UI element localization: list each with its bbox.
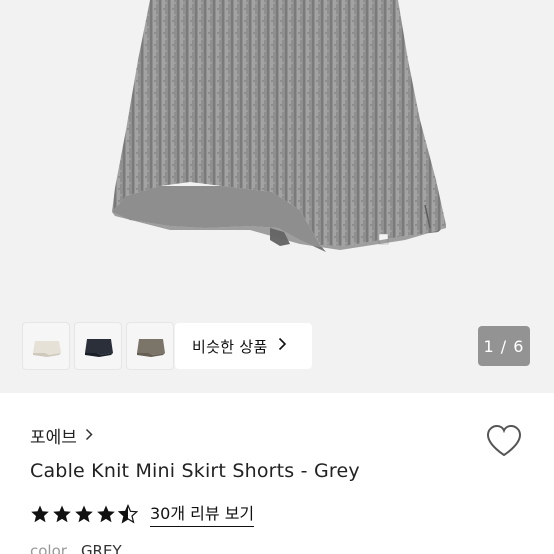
- thumbnail-navy[interactable]: [74, 322, 122, 370]
- star-rating: [30, 503, 138, 524]
- thumbnail-brown[interactable]: [126, 322, 174, 370]
- brand-name: 포에브: [30, 428, 77, 448]
- thumbnail-beige[interactable]: [22, 322, 70, 370]
- heart-outline-icon[interactable]: [484, 423, 524, 459]
- shorts-thumbnail-image: [137, 339, 165, 357]
- review-link[interactable]: 30개 리뷰 보기: [150, 500, 255, 527]
- star-icon: [31, 505, 49, 522]
- color-value: GREY: [80, 542, 122, 554]
- brand-link[interactable]: 포에브: [30, 423, 93, 448]
- similar-products-button[interactable]: 비슷한 상품: [175, 323, 312, 369]
- half-star-icon: [118, 503, 138, 523]
- star-icon: [97, 505, 115, 522]
- chevron-right-icon: [85, 426, 93, 445]
- star-icon: [75, 505, 93, 522]
- image-pager: 1 / 6: [478, 326, 530, 366]
- chevron-right-icon: [278, 337, 287, 355]
- color-label: color: [30, 542, 67, 554]
- shorts-thumbnail-image: [85, 339, 113, 357]
- thumbnail-strip: [22, 322, 174, 370]
- star-icon: [53, 505, 71, 522]
- product-info: 포에브 Cable Knit Mini Skirt Shorts - Grey …: [0, 393, 554, 554]
- similar-products-label: 비슷한 상품: [192, 337, 268, 356]
- color-option: color GREY: [30, 542, 122, 554]
- rating-row: 30개 리뷰 보기: [30, 500, 255, 527]
- shorts-thumbnail-image: [33, 341, 61, 357]
- product-title: Cable Knit Mini Skirt Shorts - Grey: [30, 460, 360, 482]
